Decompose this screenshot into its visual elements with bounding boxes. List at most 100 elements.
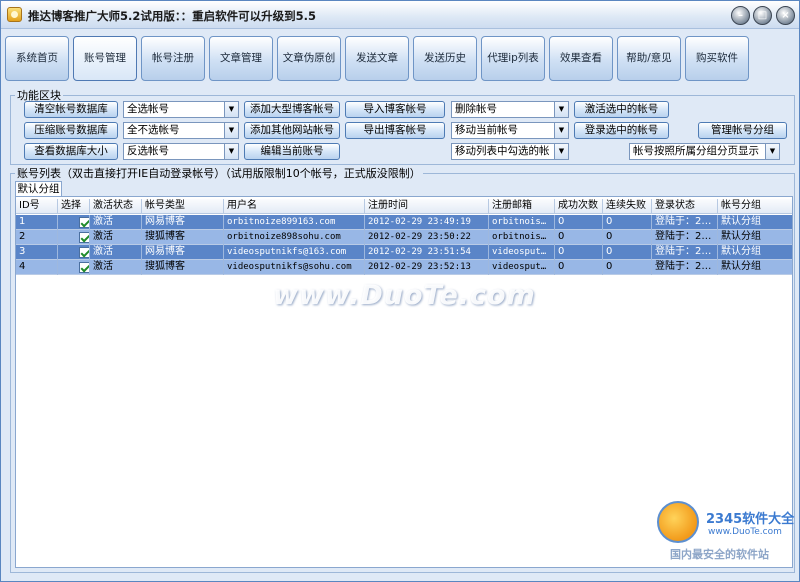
cell-id: 2 xyxy=(16,230,58,245)
col-group[interactable]: 帐号分组 xyxy=(718,199,792,214)
tab-article-manage[interactable]: 文章管理 xyxy=(209,36,273,81)
chevron-down-icon[interactable]: ▼ xyxy=(224,102,238,117)
col-id[interactable]: ID号 xyxy=(16,199,58,214)
cell-select[interactable] xyxy=(58,245,90,260)
clear-db-button[interactable]: 清空帐号数据库 xyxy=(24,101,118,118)
move-checked-combo[interactable]: 移动列表中勾选的帐 ▼ xyxy=(451,143,569,160)
col-select[interactable]: 选择 xyxy=(58,199,90,214)
watermark-url: www.DuoTe.com xyxy=(708,527,782,537)
app-icon xyxy=(7,7,22,22)
table-row[interactable]: 2 激活 搜狐博客 orbitnoize898sohu.com 2012-02-… xyxy=(16,230,792,245)
chevron-down-icon[interactable]: ▼ xyxy=(554,123,568,138)
cell-fail: 0 xyxy=(603,245,652,260)
select-none-combo[interactable]: 全不选帐号 ▼ xyxy=(123,122,239,139)
cell-id: 4 xyxy=(16,260,58,275)
window-title: 推达博客推广大师5.2试用版：：重启软件可以升级到5.5 xyxy=(28,9,316,23)
cell-fail: 0 xyxy=(603,260,652,275)
cell-group: 默认分组 xyxy=(718,260,792,275)
edit-current-button[interactable]: 编辑当前账号 xyxy=(244,143,340,160)
col-type[interactable]: 帐号类型 xyxy=(142,199,224,214)
col-fail[interactable]: 连续失败 xyxy=(603,199,652,214)
maximize-icon[interactable]: □ xyxy=(753,6,772,25)
cell-username: orbitnoize898sohu.com xyxy=(224,230,365,245)
tab-proxy-list[interactable]: 代理ip列表 xyxy=(481,36,545,81)
cell-status: 激活 xyxy=(90,230,142,245)
cell-email: videosput… xyxy=(489,245,555,260)
cell-status: 激活 xyxy=(90,215,142,230)
tab-default-group[interactable]: 默认分组 xyxy=(15,181,62,196)
cell-status: 激活 xyxy=(90,260,142,275)
tab-help[interactable]: 帮助/意见 xyxy=(617,36,681,81)
cell-reg-time: 2012-02-29 23:49:19 xyxy=(365,215,489,230)
watermark-text: www.DuoTe.com xyxy=(273,280,536,311)
col-success[interactable]: 成功次数 xyxy=(555,199,603,214)
cell-email: orbitnois… xyxy=(489,230,555,245)
checkbox[interactable] xyxy=(79,247,89,258)
cell-id: 3 xyxy=(16,245,58,260)
cell-success: 0 xyxy=(555,215,603,230)
checkbox[interactable] xyxy=(79,262,89,273)
tab-send-history[interactable]: 发送历史 xyxy=(413,36,477,81)
cell-status: 激活 xyxy=(90,245,142,260)
table-row[interactable]: 3 激活 网易博客 videosputnikfs@163.com 2012-02… xyxy=(16,245,792,260)
cell-login-status: 登陆于：2… xyxy=(652,230,718,245)
watermark-slogan: 国内最安全的软件站 xyxy=(670,548,769,561)
close-icon[interactable]: × xyxy=(776,6,795,25)
delete-account-combo[interactable]: 删除帐号 ▼ xyxy=(451,101,569,118)
table-row[interactable]: 4 激活 搜狐博客 videosputnikfs@sohu.com 2012-0… xyxy=(16,260,792,275)
cell-select[interactable] xyxy=(58,215,90,230)
col-status[interactable]: 激活状态 xyxy=(90,199,142,214)
add-other-site-button[interactable]: 添加其他网站帐号 xyxy=(244,122,340,139)
table-row[interactable]: 1 激活 网易博客 orbitnoize899163.com 2012-02-2… xyxy=(16,215,792,230)
tab-send-article[interactable]: 发送文章 xyxy=(345,36,409,81)
col-login-status[interactable]: 登录状态 xyxy=(652,199,718,214)
delete-account-value: 删除帐号 xyxy=(455,103,497,115)
chevron-down-icon[interactable]: ▼ xyxy=(224,123,238,138)
col-username[interactable]: 用户名 xyxy=(224,199,365,214)
minimize-icon[interactable]: – xyxy=(731,6,750,25)
cell-group: 默认分组 xyxy=(718,245,792,260)
chevron-down-icon[interactable]: ▼ xyxy=(554,102,568,117)
tab-home[interactable]: 系统首页 xyxy=(5,36,69,81)
cell-username: videosputnikfs@163.com xyxy=(224,245,365,260)
main-tabbar: 系统首页 账号管理 帐号注册 文章管理 文章伪原创 发送文章 发送历史 代理ip… xyxy=(5,36,795,81)
select-none-value: 全不选帐号 xyxy=(127,124,180,136)
table-header: ID号 选择 激活状态 帐号类型 用户名 注册时间 注册邮箱 成功次数 连续失败… xyxy=(16,199,792,214)
cell-group: 默认分组 xyxy=(718,215,792,230)
col-email[interactable]: 注册邮箱 xyxy=(489,199,555,214)
checkbox[interactable] xyxy=(79,232,89,243)
tab-account-register[interactable]: 帐号注册 xyxy=(141,36,205,81)
tab-article-rewrite[interactable]: 文章伪原创 xyxy=(277,36,341,81)
compress-db-button[interactable]: 压缩账号数据库 xyxy=(24,122,118,139)
add-large-blog-button[interactable]: 添加大型博客帐号 xyxy=(244,101,340,118)
tab-account-manage[interactable]: 账号管理 xyxy=(73,36,137,81)
tab-effect-view[interactable]: 效果查看 xyxy=(549,36,613,81)
import-blog-button[interactable]: 导入博客帐号 xyxy=(345,101,445,118)
cell-group: 默认分组 xyxy=(718,230,792,245)
move-current-combo[interactable]: 移动当前帐号 ▼ xyxy=(451,122,569,139)
login-selected-button[interactable]: 登录选中的帐号 xyxy=(574,122,669,139)
export-blog-button[interactable]: 导出博客帐号 xyxy=(345,122,445,139)
cell-reg-time: 2012-02-29 23:51:54 xyxy=(365,245,489,260)
group-display-combo[interactable]: 帐号按照所属分组分页显示 ▼ xyxy=(629,143,780,160)
mascot-logo-icon xyxy=(657,501,699,543)
cell-type: 网易博客 xyxy=(142,245,224,260)
activate-selected-button[interactable]: 激活选中的帐号 xyxy=(574,101,669,118)
invert-select-combo[interactable]: 反选帐号 ▼ xyxy=(123,143,239,160)
tab-buy[interactable]: 购买软件 xyxy=(685,36,749,81)
chevron-down-icon[interactable]: ▼ xyxy=(765,144,779,159)
checkbox[interactable] xyxy=(79,217,89,228)
manage-groups-button[interactable]: 管理帐号分组 xyxy=(698,122,787,139)
cell-reg-time: 2012-02-29 23:52:13 xyxy=(365,260,489,275)
select-all-combo[interactable]: 全选帐号 ▼ xyxy=(123,101,239,118)
invert-select-value: 反选帐号 xyxy=(127,145,169,157)
cell-login-status: 登陆于：2… xyxy=(652,260,718,275)
col-reg-time[interactable]: 注册时间 xyxy=(365,199,489,214)
chevron-down-icon[interactable]: ▼ xyxy=(554,144,568,159)
chevron-down-icon[interactable]: ▼ xyxy=(224,144,238,159)
account-list-label: 账号列表（双击直接打开IE自动登录帐号）（试用版限制10个帐号，正式版没限制） xyxy=(15,165,423,181)
watermark-brand: 2345软件大全 xyxy=(706,512,795,527)
cell-select[interactable] xyxy=(58,230,90,245)
cell-select[interactable] xyxy=(58,260,90,275)
view-db-size-button[interactable]: 查看数据库大小 xyxy=(24,143,118,160)
